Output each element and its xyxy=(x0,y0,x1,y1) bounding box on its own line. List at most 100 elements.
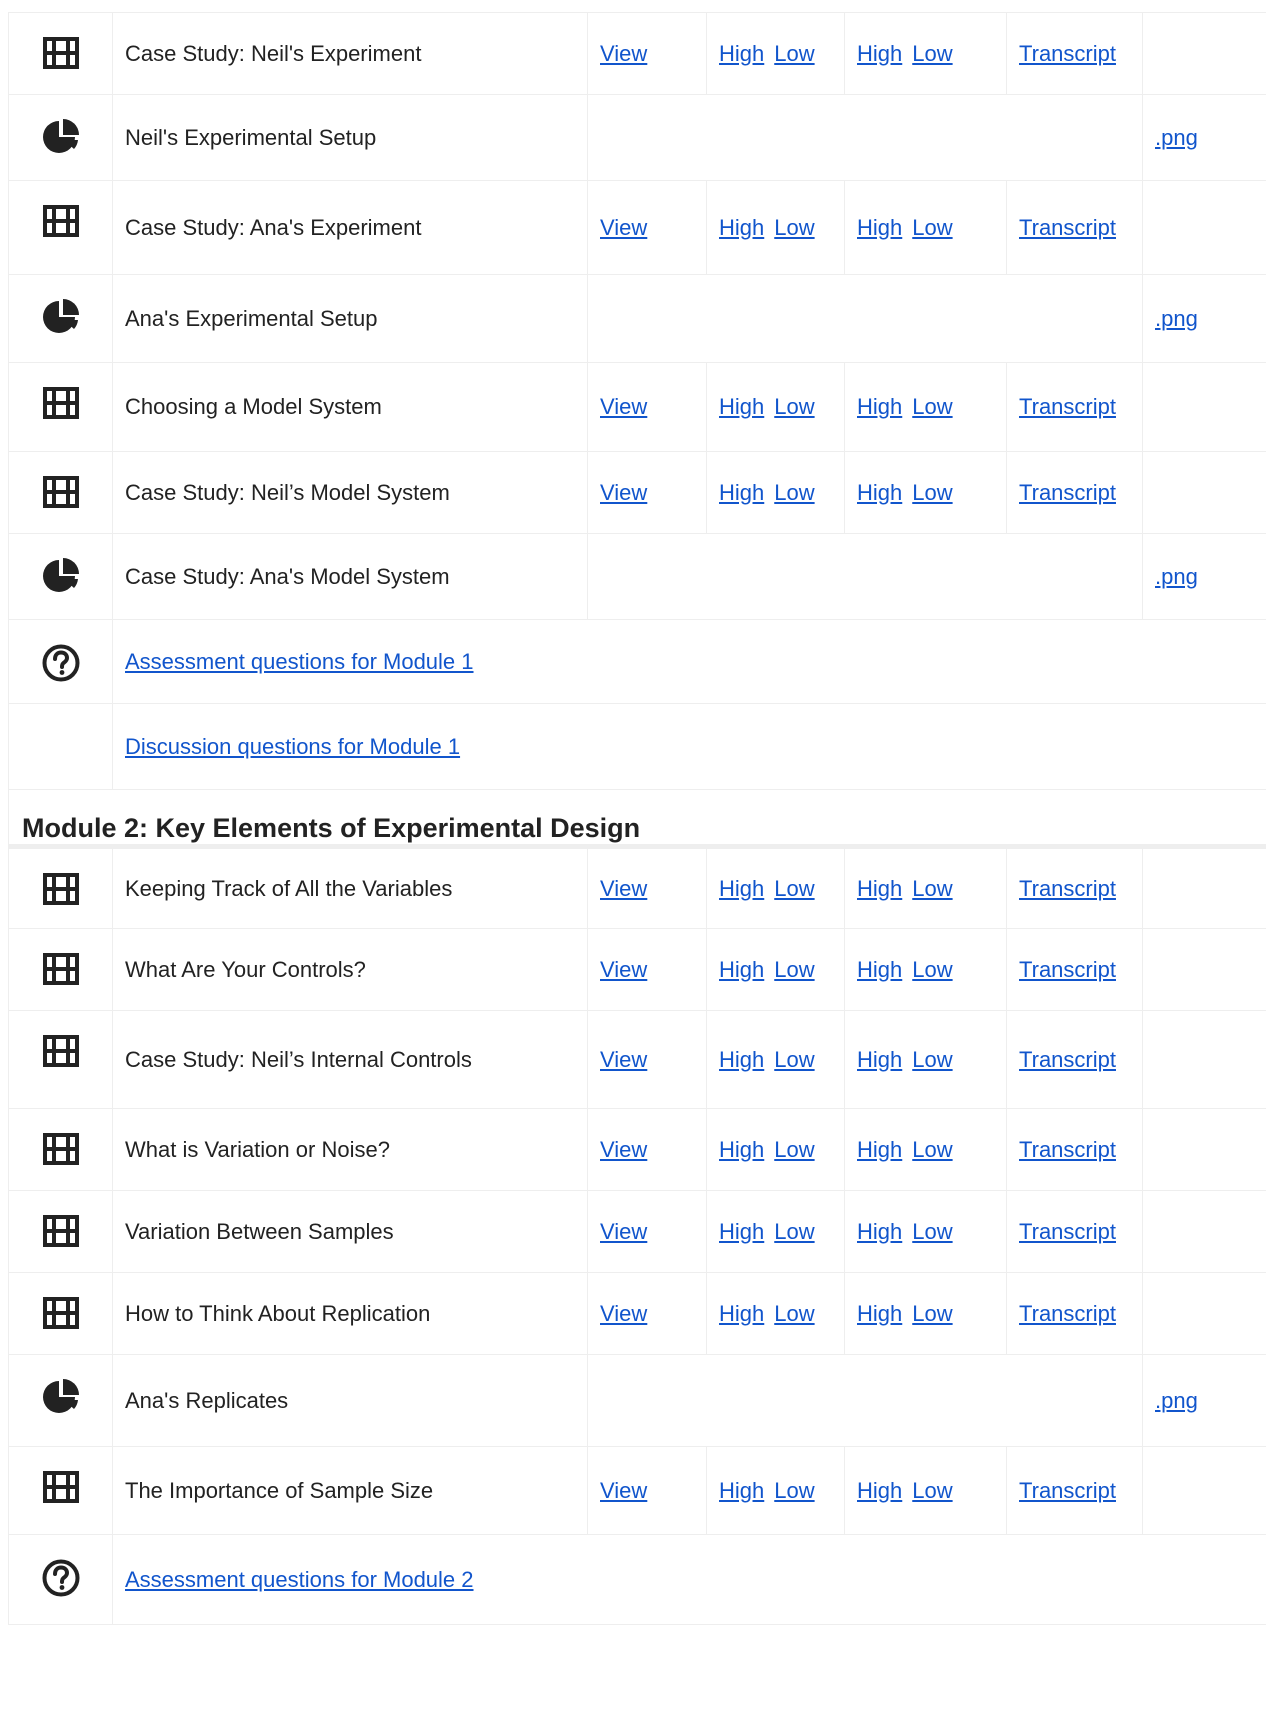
view-link[interactable]: View xyxy=(600,1219,647,1244)
film-icon xyxy=(42,205,79,237)
transcript-link[interactable]: Transcript xyxy=(1019,1137,1116,1162)
transcript-link[interactable]: Transcript xyxy=(1019,876,1116,901)
view-link[interactable]: View xyxy=(600,480,647,505)
table-row: Discussion questions for Module 1 xyxy=(8,703,1266,790)
film-icon xyxy=(42,37,79,69)
download-low-link[interactable]: Low xyxy=(774,1301,814,1326)
download-low-link[interactable]: Low xyxy=(912,1219,952,1244)
view-link[interactable]: View xyxy=(600,876,647,901)
item-title: Choosing a Model System xyxy=(112,362,588,452)
download-low-link[interactable]: Low xyxy=(912,957,952,982)
pie-chart-icon xyxy=(42,558,79,594)
download-low-link[interactable]: Low xyxy=(774,1478,814,1503)
question-circle-icon xyxy=(42,644,80,682)
download-high-link[interactable]: High xyxy=(857,215,902,240)
view-link[interactable]: View xyxy=(600,215,647,240)
download-low-link[interactable]: Low xyxy=(774,957,814,982)
download-low-link[interactable]: Low xyxy=(912,876,952,901)
png-link[interactable]: .png xyxy=(1155,564,1198,589)
download-high-link[interactable]: High xyxy=(719,41,764,66)
table-row: The Importance of Sample Size View High L… xyxy=(8,1446,1266,1535)
film-icon xyxy=(42,1215,79,1247)
transcript-link[interactable]: Transcript xyxy=(1019,1301,1116,1326)
pie-chart-icon xyxy=(42,1379,79,1415)
download-high-link[interactable]: High xyxy=(857,1047,902,1072)
download-high-link[interactable]: High xyxy=(857,1219,902,1244)
download-high-link[interactable]: High xyxy=(857,876,902,901)
download-low-link[interactable]: Low xyxy=(774,480,814,505)
download-low-link[interactable]: Low xyxy=(912,1478,952,1503)
download-high-link[interactable]: High xyxy=(857,394,902,419)
download-high-link[interactable]: High xyxy=(857,957,902,982)
table-row: What Are Your Controls? View High Low Hig… xyxy=(8,928,1266,1011)
download-high-link[interactable]: High xyxy=(719,1219,764,1244)
download-high-link[interactable]: High xyxy=(719,1137,764,1162)
transcript-link[interactable]: Transcript xyxy=(1019,1219,1116,1244)
assessment-questions-link[interactable]: Assessment questions for Module 1 xyxy=(125,649,474,674)
pie-chart-icon xyxy=(42,119,79,155)
assessment-questions-link[interactable]: Assessment questions for Module 2 xyxy=(125,1567,474,1592)
view-link[interactable]: View xyxy=(600,1047,647,1072)
transcript-link[interactable]: Transcript xyxy=(1019,394,1116,419)
table-row: Case Study: Neil’s Internal Controls Vie… xyxy=(8,1010,1266,1109)
download-low-link[interactable]: Low xyxy=(774,41,814,66)
download-high-link[interactable]: High xyxy=(719,215,764,240)
download-low-link[interactable]: Low xyxy=(774,1219,814,1244)
transcript-link[interactable]: Transcript xyxy=(1019,41,1116,66)
item-title: How to Think About Replication xyxy=(112,1272,588,1355)
transcript-link[interactable]: Transcript xyxy=(1019,957,1116,982)
view-link[interactable]: View xyxy=(600,957,647,982)
download-high-link[interactable]: High xyxy=(857,1137,902,1162)
download-high-link[interactable]: High xyxy=(857,41,902,66)
table-row: Assessment questions for Module 2 xyxy=(8,1534,1266,1625)
discussion-questions-link[interactable]: Discussion questions for Module 1 xyxy=(125,734,460,759)
item-title: Ana's Experimental Setup xyxy=(112,274,588,363)
film-icon xyxy=(42,1133,79,1165)
transcript-link[interactable]: Transcript xyxy=(1019,215,1116,240)
item-title: Case Study: Ana's Model System xyxy=(112,533,588,620)
table-row: Case Study: Neil’s Model System View Hig… xyxy=(8,451,1266,534)
view-link[interactable]: View xyxy=(600,1478,647,1503)
item-title: What Are Your Controls? xyxy=(112,928,588,1011)
module-1-table: Case Study: Neil's Experiment View High L… xyxy=(8,12,1266,790)
view-link[interactable]: View xyxy=(600,394,647,419)
download-high-link[interactable]: High xyxy=(719,1047,764,1072)
film-icon xyxy=(42,1297,79,1329)
png-link[interactable]: .png xyxy=(1155,306,1198,331)
transcript-link[interactable]: Transcript xyxy=(1019,480,1116,505)
download-low-link[interactable]: Low xyxy=(912,394,952,419)
item-title: Keeping Track of All the Variables xyxy=(112,848,588,929)
view-link[interactable]: View xyxy=(600,41,647,66)
download-high-link[interactable]: High xyxy=(719,957,764,982)
download-low-link[interactable]: Low xyxy=(912,215,952,240)
download-low-link[interactable]: Low xyxy=(774,1047,814,1072)
view-link[interactable]: View xyxy=(600,1137,647,1162)
download-low-link[interactable]: Low xyxy=(912,41,952,66)
download-high-link[interactable]: High xyxy=(719,394,764,419)
download-low-link[interactable]: Low xyxy=(912,1137,952,1162)
item-title: Neil's Experimental Setup xyxy=(112,94,588,181)
download-high-link[interactable]: High xyxy=(857,1478,902,1503)
download-low-link[interactable]: Low xyxy=(912,1047,952,1072)
item-title: Case Study: Neil’s Model System xyxy=(112,451,588,534)
view-link[interactable]: View xyxy=(600,1301,647,1326)
download-low-link[interactable]: Low xyxy=(774,394,814,419)
download-low-link[interactable]: Low xyxy=(912,1301,952,1326)
download-high-link[interactable]: High xyxy=(719,876,764,901)
download-high-link[interactable]: High xyxy=(857,480,902,505)
png-link[interactable]: .png xyxy=(1155,125,1198,150)
transcript-link[interactable]: Transcript xyxy=(1019,1478,1116,1503)
download-low-link[interactable]: Low xyxy=(912,480,952,505)
download-low-link[interactable]: Low xyxy=(774,215,814,240)
download-high-link[interactable]: High xyxy=(857,1301,902,1326)
png-link[interactable]: .png xyxy=(1155,1388,1198,1413)
download-high-link[interactable]: High xyxy=(719,480,764,505)
download-high-link[interactable]: High xyxy=(719,1478,764,1503)
download-high-link[interactable]: High xyxy=(719,1301,764,1326)
table-row: Case Study: Neil's Experiment View High L… xyxy=(8,12,1266,95)
download-low-link[interactable]: Low xyxy=(774,876,814,901)
film-icon xyxy=(42,387,79,419)
download-low-link[interactable]: Low xyxy=(774,1137,814,1162)
transcript-link[interactable]: Transcript xyxy=(1019,1047,1116,1072)
table-row: What is Variation or Noise? View High Low… xyxy=(8,1108,1266,1191)
